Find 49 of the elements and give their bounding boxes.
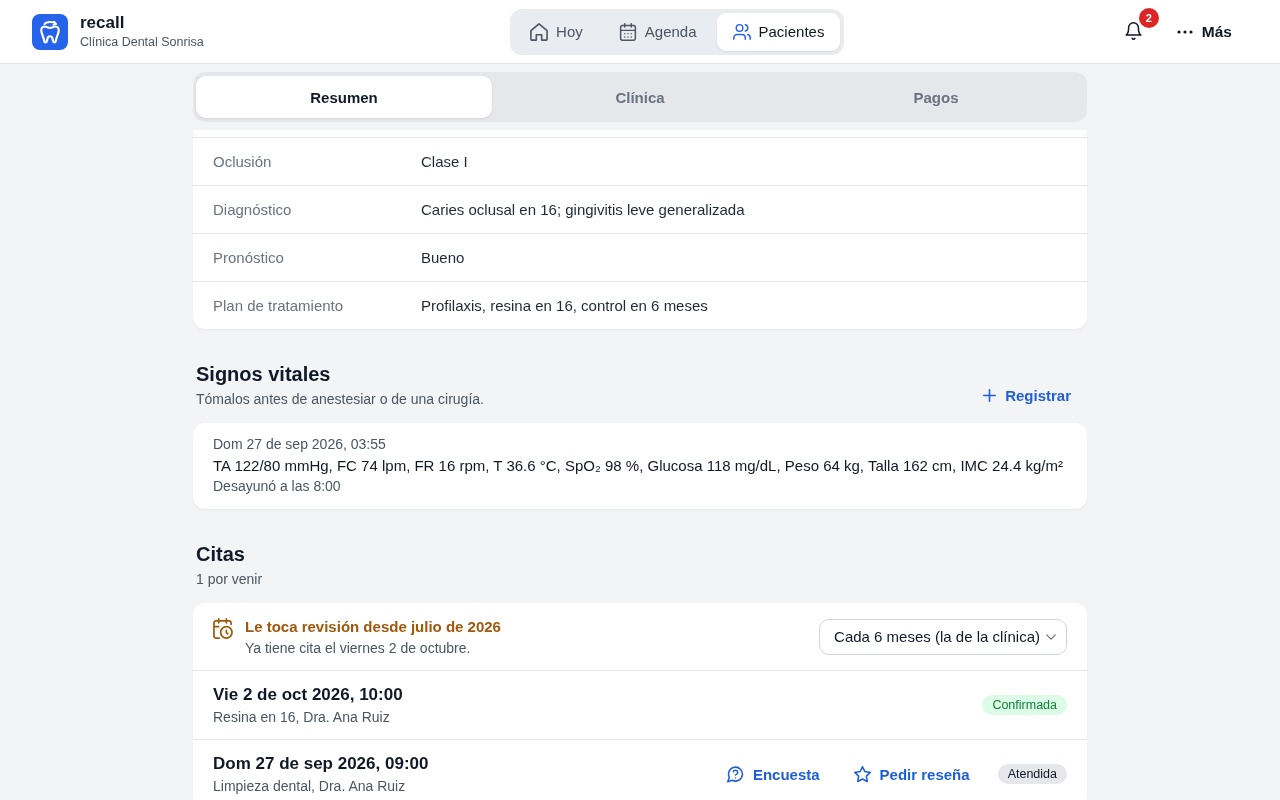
home-icon — [530, 22, 549, 41]
field-label: Plan de tratamiento — [213, 297, 345, 314]
status-badge: Confirmada — [982, 695, 1067, 715]
star-icon — [853, 765, 871, 783]
section-subtitle: Tómalos antes de anestesiar o de una cirugía. — [196, 390, 484, 409]
plus-icon — [983, 389, 997, 402]
calendar-clock-icon — [213, 618, 233, 639]
register-button[interactable]: Registrar — [967, 381, 1087, 410]
bell-icon — [1124, 22, 1142, 40]
field-value: Clase I — [421, 153, 468, 170]
field-value: Bueno — [421, 249, 465, 266]
calendar-icon — [618, 22, 637, 41]
recall-detail: Ya tiene cita el viernes 2 de octubre. — [245, 638, 471, 658]
notification-count: 2 — [1138, 8, 1159, 28]
section-tab[interactable]: Pagos — [788, 76, 1084, 118]
section-title: Signos vitales — [196, 362, 331, 387]
section-subtitle: 1 por venir — [196, 570, 263, 589]
chevron-down-icon — [1046, 633, 1056, 640]
users-icon — [732, 22, 751, 41]
field-label: Oclusión — [213, 153, 273, 170]
section-tab[interactable]: Resumen — [196, 76, 492, 118]
notifications-button[interactable]: 2 — [1120, 8, 1159, 48]
appointment-date: Vie 2 de oct 2026, 10:00 — [213, 684, 403, 706]
appointment-detail: Limpieza dental, Dra. Ana Ruiz — [213, 777, 406, 796]
app-name: recall — [80, 12, 125, 33]
nav-tab[interactable]: Hoy — [514, 12, 599, 51]
clinic-name: Clínica Dental Sonrisa — [80, 33, 204, 51]
interval-select[interactable]: Cada 6 meses (la de la clínica) — [819, 618, 1067, 655]
field-value: Caries oclusal en 16; gingivitis leve generalizada — [421, 201, 745, 218]
appointment-date: Dom 27 de sep 2026, 09:00 — [213, 753, 429, 775]
appointment-detail: Resina en 16, Dra. Ana Ruiz — [213, 708, 390, 727]
more-button[interactable]: Más — [1176, 14, 1232, 50]
recall-title: Le toca revisión desde julio de 2026 — [245, 616, 501, 637]
field-label: Pronóstico — [213, 249, 285, 266]
status-badge: Atendida — [997, 764, 1067, 784]
section-title: Citas — [196, 542, 245, 567]
section-tab[interactable]: Clínica — [492, 76, 788, 118]
question-bubble-icon — [726, 765, 744, 783]
vitals-date: Dom 27 de sep 2026, 03:55 — [213, 435, 386, 454]
vitals-note: Desayunó a las 8:00 — [213, 477, 341, 496]
tooth-logo-icon — [32, 13, 68, 50]
vitals-readings: TA 122/80 mmHg, FC 74 lpm, FR 16 rpm, T 36.6 °C, SpO₂ 98 %, Glucosa 118 mg/dL, Peso 64 kg, Talla 162 cm, IMC 24.4 kg/m² — [213, 456, 1063, 476]
nav-tab[interactable]: Agenda — [602, 12, 713, 51]
nav-tab[interactable]: Pacientes — [716, 12, 841, 51]
field-value: Profilaxis, resina en 16, control en 6 meses — [421, 297, 708, 314]
more-icon — [1176, 30, 1193, 34]
survey-button[interactable]: Encuesta — [716, 759, 830, 789]
field-label: Diagnóstico — [213, 201, 293, 218]
review-button[interactable]: Pedir reseña — [843, 759, 980, 789]
